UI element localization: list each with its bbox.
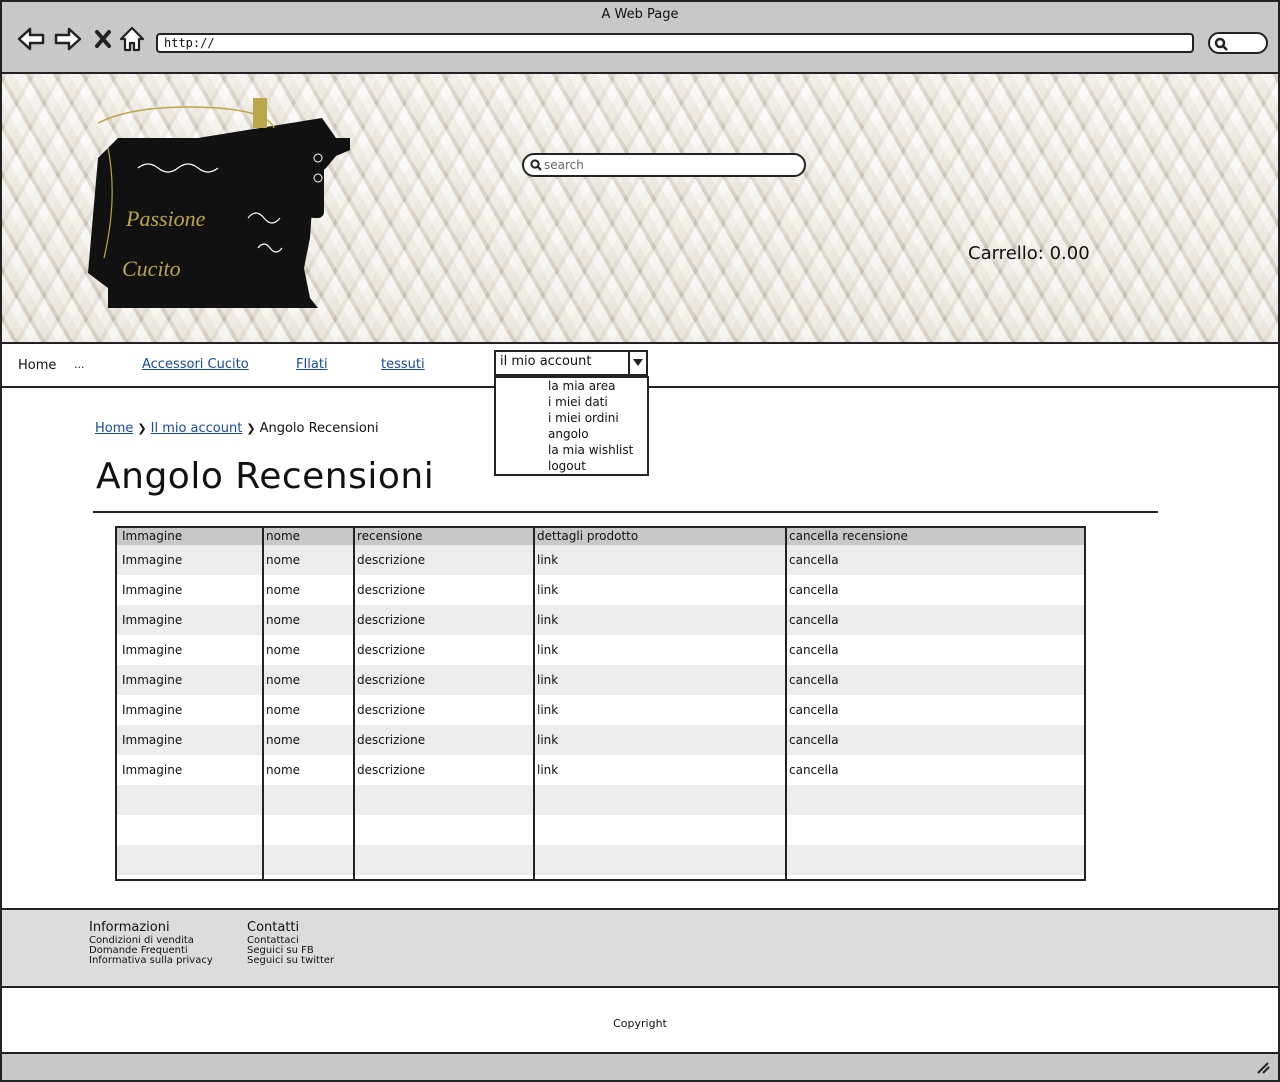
cell-immagine: Immagine: [122, 643, 183, 657]
header-nome: nome: [266, 529, 301, 543]
header-immagine: Immagine: [122, 529, 183, 543]
cell-descrizione: descrizione: [357, 673, 426, 687]
reviews-table: Immagine nome recensione dettagli prodot…: [115, 526, 1086, 881]
cell-link[interactable]: link: [537, 703, 558, 717]
cell-link[interactable]: link: [537, 643, 558, 657]
cell-descrizione: descrizione: [357, 553, 426, 567]
site-search-field[interactable]: [522, 153, 806, 177]
sewing-machine-logo: Passione Cucito: [88, 98, 350, 308]
breadcrumb-account[interactable]: Il mio account: [151, 421, 243, 436]
window-title: A Web Page: [601, 7, 679, 22]
browser-search-field[interactable]: [1208, 32, 1268, 54]
header-banner: Passione Cucito Carrello: 0.00: [2, 74, 1278, 342]
url-input[interactable]: http://: [156, 33, 1194, 53]
title-divider: [93, 511, 1158, 513]
header-dettagli: dettagli prodotto: [537, 529, 639, 543]
resize-grip-icon[interactable]: [1256, 1062, 1270, 1074]
cell-immagine: Immagine: [122, 673, 183, 687]
menu-item-wishlist[interactable]: la mia wishlist: [548, 443, 633, 457]
footer-info-title: Informazioni: [89, 920, 170, 935]
cell-nome: nome: [266, 733, 301, 747]
menu-item-angolo[interactable]: angolo: [548, 427, 589, 441]
account-menu: la mia area i miei dati i miei ordini an…: [494, 376, 649, 476]
chevron-right-icon: ❯: [137, 422, 147, 435]
column-divider: [533, 528, 535, 879]
home-icon[interactable]: [117, 24, 147, 54]
cell-link[interactable]: link: [537, 613, 558, 627]
breadcrumb: Home ❯ Il mio account ❯ Angolo Recensioni: [95, 421, 379, 436]
cell-immagine: Immagine: [122, 583, 183, 597]
cell-link[interactable]: link: [537, 553, 558, 567]
cell-descrizione: descrizione: [357, 613, 426, 627]
cell-cancella[interactable]: cancella: [789, 703, 839, 717]
nav-link-filati[interactable]: FIlati: [296, 357, 328, 372]
logo-text-2: Cucito: [122, 256, 181, 281]
cell-link[interactable]: link: [537, 733, 558, 747]
footer-contact-title: Contatti: [247, 920, 300, 935]
cell-cancella[interactable]: cancella: [789, 553, 839, 567]
cell-cancella[interactable]: cancella: [789, 583, 839, 597]
cell-nome: nome: [266, 763, 301, 777]
breadcrumb-home[interactable]: Home: [95, 421, 133, 436]
account-select[interactable]: il mio account: [494, 350, 648, 376]
copyright: Copyright: [613, 1017, 667, 1030]
footer-link-privacy[interactable]: Informativa sulla privacy: [89, 956, 213, 966]
cell-cancella[interactable]: cancella: [789, 673, 839, 687]
cell-immagine: Immagine: [122, 703, 183, 717]
logo-text-1: Passione: [125, 206, 206, 231]
cart-total[interactable]: Carrello: 0.00: [968, 243, 1090, 264]
menu-item-logout[interactable]: logout: [548, 459, 586, 473]
menu-item-miei-dati[interactable]: i miei dati: [548, 395, 608, 409]
cell-descrizione: descrizione: [357, 703, 426, 717]
menu-item-mia-area[interactable]: la mia area: [548, 379, 615, 393]
cell-cancella[interactable]: cancella: [789, 613, 839, 627]
chevron-right-icon: ❯: [246, 422, 256, 435]
cell-nome: nome: [266, 673, 301, 687]
nav-link-accessori[interactable]: Accessori Cucito: [142, 357, 249, 372]
column-divider: [785, 528, 787, 879]
footer: Informazioni Condizioni di vendita Doman…: [2, 908, 1278, 988]
column-divider: [262, 528, 264, 879]
browser-chrome: A Web Page http://: [0, 0, 1280, 74]
site-search-input[interactable]: [544, 156, 794, 174]
cell-nome: nome: [266, 583, 301, 597]
header-recensione: recensione: [357, 529, 423, 543]
close-icon[interactable]: [88, 24, 118, 54]
footer-link-twitter[interactable]: Seguici su twitter: [247, 956, 334, 966]
nav-more[interactable]: ...: [74, 358, 85, 371]
cell-nome: nome: [266, 613, 301, 627]
cell-link[interactable]: link: [537, 763, 558, 777]
nav-home[interactable]: Home: [18, 358, 56, 373]
cell-link[interactable]: link: [537, 673, 558, 687]
cell-descrizione: descrizione: [357, 643, 426, 657]
cell-descrizione: descrizione: [357, 763, 426, 777]
chevron-down-icon: [628, 352, 646, 374]
cell-cancella[interactable]: cancella: [789, 763, 839, 777]
cell-cancella[interactable]: cancella: [789, 733, 839, 747]
cell-descrizione: descrizione: [357, 583, 426, 597]
column-divider: [353, 528, 355, 879]
back-arrow-icon[interactable]: [16, 24, 46, 54]
cell-descrizione: descrizione: [357, 733, 426, 747]
cell-nome: nome: [266, 703, 301, 717]
account-select-value: il mio account: [500, 354, 592, 369]
header-cancella: cancella recensione: [789, 529, 908, 543]
cell-immagine: Immagine: [122, 763, 183, 777]
cell-link[interactable]: link: [537, 583, 558, 597]
forward-arrow-icon[interactable]: [53, 24, 83, 54]
cell-cancella[interactable]: cancella: [789, 643, 839, 657]
cell-nome: nome: [266, 553, 301, 567]
search-icon: [1214, 37, 1228, 51]
breadcrumb-current: Angolo Recensioni: [259, 421, 379, 436]
cell-immagine: Immagine: [122, 613, 183, 627]
cell-nome: nome: [266, 643, 301, 657]
cell-immagine: Immagine: [122, 553, 183, 567]
nav-link-tessuti[interactable]: tessuti: [381, 357, 425, 372]
cell-immagine: Immagine: [122, 733, 183, 747]
status-bar: [0, 1052, 1280, 1082]
page-title: Angolo Recensioni: [96, 456, 435, 497]
menu-item-miei-ordini[interactable]: i miei ordini: [548, 411, 619, 425]
search-icon: [530, 159, 542, 171]
